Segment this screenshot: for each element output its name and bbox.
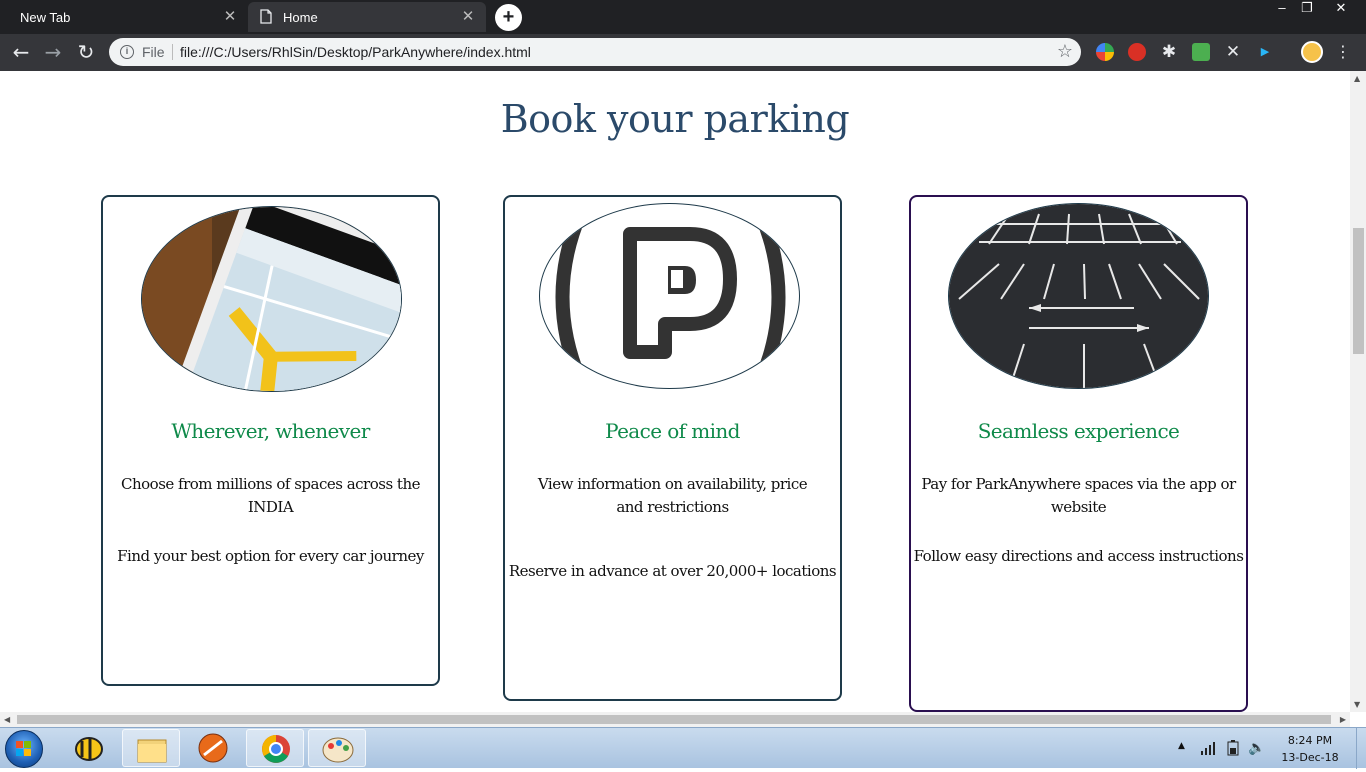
card-text: Choose from millions of spaces across th… (121, 475, 420, 516)
feature-card: Wherever, whenever Choose from millions … (101, 195, 440, 686)
browser-tab-strip: New Tab ✕ Home ✕ + – ❐ ✕ (0, 0, 1366, 34)
page-viewport: Book your parking Wherever, whenever Cho… (0, 71, 1350, 712)
horizontal-scroll-thumb[interactable] (17, 715, 1331, 724)
bookmark-star-icon[interactable]: ☆ (1057, 41, 1073, 62)
scroll-down-icon[interactable]: ▼ (1354, 700, 1360, 709)
tab-label: New Tab (20, 9, 71, 25)
show-desktop-button[interactable] (1356, 728, 1366, 769)
card-text: Find your best option for every car jour… (117, 547, 424, 565)
vertical-scrollbar[interactable]: ▲ ▼ (1350, 71, 1366, 712)
card-heading: Peace of mind (605, 419, 740, 443)
extension-play-icon[interactable]: ▶ (1256, 43, 1274, 61)
volume-icon[interactable]: 🔈 (1248, 740, 1265, 756)
feature-card: Peace of mind View information on availa… (503, 195, 842, 701)
scroll-right-icon[interactable]: ▶ (1340, 715, 1346, 724)
media-player-icon[interactable] (184, 729, 242, 767)
file-explorer-icon[interactable] (122, 729, 180, 767)
scroll-up-icon[interactable]: ▲ (1354, 74, 1360, 83)
close-window-button[interactable]: ✕ (1326, 0, 1356, 18)
battery-icon[interactable] (1227, 740, 1239, 756)
card-heading: Seamless experience (977, 419, 1180, 443)
restore-button[interactable]: ❐ (1294, 0, 1320, 18)
address-bar[interactable]: i File file:///C:/Users/RhlSin/Desktop/P… (109, 38, 1081, 66)
minimize-button[interactable]: – (1269, 0, 1295, 18)
url-text[interactable]: file:///C:/Users/RhlSin/Desktop/ParkAnyw… (180, 44, 531, 60)
parking-lot-image (948, 203, 1209, 389)
extension-globe-icon[interactable] (1096, 43, 1114, 61)
back-arrow-icon[interactable]: ← (9, 41, 33, 65)
profile-avatar[interactable] (1301, 41, 1323, 63)
reload-icon[interactable]: ↻ (74, 41, 98, 65)
browser-toolbar: ← → ↻ i File file:///C:/Users/RhlSin/Des… (0, 34, 1366, 71)
start-button[interactable] (5, 730, 43, 768)
page-icon (260, 9, 272, 24)
paint-icon[interactable] (308, 729, 366, 767)
scroll-left-icon[interactable]: ◀ (4, 715, 10, 724)
bee-app-icon[interactable] (60, 729, 118, 767)
scheme-label: File (142, 44, 165, 60)
network-signal-icon[interactable] (1200, 741, 1216, 755)
card-text: View information on availability, price … (537, 475, 808, 516)
tab-label: Home (283, 9, 318, 25)
forward-arrow-icon[interactable]: → (41, 41, 65, 65)
phone-map-image (141, 206, 402, 392)
clock-time[interactable]: 8:24 PM (1280, 734, 1340, 747)
windows-taskbar: ▲ 🔈 8:24 PM 13-Dec-18 (0, 727, 1366, 769)
feature-card: Seamless experience Pay for ParkAnywhere… (909, 195, 1248, 712)
tab-new-tab[interactable]: New Tab ✕ (0, 2, 248, 32)
extension-puzzle-icon[interactable]: ✱ (1160, 43, 1178, 61)
card-text: Follow easy directions and access instru… (913, 547, 1244, 565)
tray-expand-icon[interactable]: ▲ (1178, 741, 1185, 751)
menu-kebab-icon[interactable]: ⋮ (1335, 43, 1351, 61)
clock-date[interactable]: 13-Dec-18 (1280, 751, 1340, 764)
info-icon[interactable]: i (120, 45, 134, 59)
card-heading: Wherever, whenever (171, 419, 370, 443)
extension-mail-icon[interactable] (1192, 43, 1210, 61)
tab-home[interactable]: Home ✕ (248, 2, 486, 32)
extension-shield-icon[interactable] (1128, 43, 1146, 61)
new-tab-button[interactable]: + (495, 4, 522, 31)
parking-sign-image (539, 203, 800, 389)
vertical-scroll-thumb[interactable] (1353, 228, 1364, 354)
windows-logo-icon (16, 741, 31, 756)
card-text: Reserve in advance at over 20,000+ locat… (508, 562, 837, 580)
extension-x-icon[interactable]: ✕ (1224, 43, 1242, 61)
page-title: Book your parking (500, 97, 850, 141)
tab-close-icon[interactable]: ✕ (460, 9, 476, 25)
horizontal-scrollbar[interactable]: ◀ ▶ (0, 712, 1350, 727)
omnibox-divider (172, 44, 173, 60)
chrome-icon[interactable] (246, 729, 304, 767)
card-text: Pay for ParkAnywhere spaces via the app … (921, 475, 1236, 516)
tab-close-icon[interactable]: ✕ (222, 9, 238, 25)
